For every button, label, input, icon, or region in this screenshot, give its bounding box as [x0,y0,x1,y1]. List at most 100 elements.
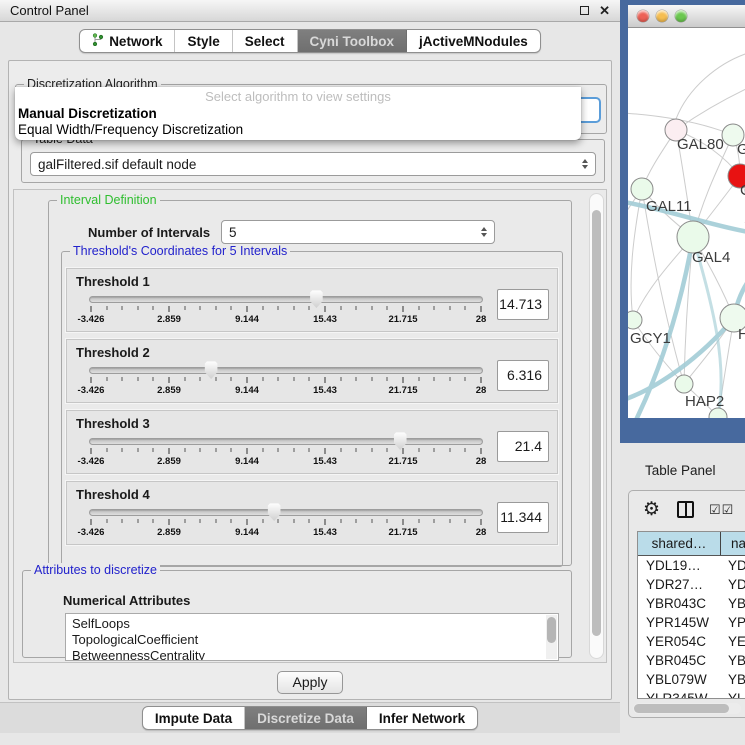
column-header-name[interactable]: na [721,532,745,555]
node-attribute-table[interactable]: shared… na YDL19…YDL1YDR27…YDR2YBR043CYB… [637,531,745,699]
tab-infer-network[interactable]: Infer Network [367,707,477,729]
attribute-item[interactable]: SelfLoops [72,616,558,632]
tick [340,448,341,452]
network-window-titlebar[interactable] [628,5,745,28]
algorithm-option[interactable]: Manual Discretization [15,106,581,122]
attribute-item[interactable]: BetweennessCentrality [72,648,558,661]
table-row[interactable]: YPR145WYPR1 [638,613,745,632]
settings-vertical-scrollbar[interactable] [589,193,604,659]
tick-label: 28 [476,527,487,538]
slider-track[interactable] [89,367,483,374]
attribute-item[interactable]: TopologicalCoefficient [72,632,558,648]
tick [231,377,232,381]
cell-name[interactable]: YBR0 [721,651,745,670]
tick [325,306,326,312]
table-row[interactable]: YLR345WYLR3 [638,689,745,699]
threshold-slider[interactable]: -3.4262.8599.14415.4321.71528 [89,359,483,399]
network-node[interactable] [628,311,642,329]
column-header-shared[interactable]: shared… [638,532,721,555]
tick [278,519,279,523]
tab-network[interactable]: Network [80,30,175,52]
attributes-scrollbar[interactable] [546,615,557,659]
cell-name[interactable]: YER0 [721,632,745,651]
table-row[interactable]: YBL079WYBL0 [638,670,745,689]
slider-track[interactable] [89,509,483,516]
algorithm-dropdown-hint: Select algorithm to view settings [15,89,581,106]
network-node[interactable] [631,178,653,200]
tick-label: -3.426 [78,314,105,325]
cell-name[interactable]: YBL0 [721,670,745,689]
threshold-slider[interactable]: -3.4262.8599.14415.4321.71528 [89,288,483,328]
scrollbar-thumb[interactable] [634,704,729,713]
threshold-value-field[interactable]: 11.344 [497,502,549,533]
close-icon[interactable]: ✕ [599,4,610,17]
close-light[interactable] [637,10,649,22]
slider-track[interactable] [89,438,483,445]
zoom-light[interactable] [675,10,687,22]
tick [387,448,388,452]
cell-name[interactable]: YDR2 [721,575,745,594]
tab-impute-data[interactable]: Impute Data [143,707,245,729]
columns-icon[interactable] [677,501,694,518]
tick [481,519,482,525]
network-node[interactable] [675,375,693,393]
tab-jactivemnodules[interactable]: jActiveMNodules [407,30,540,52]
tab-discretize-data[interactable]: Discretize Data [245,707,367,729]
cell-shared-name[interactable]: YBL079W [638,670,721,689]
scrollbar-thumb[interactable] [592,210,601,636]
cell-shared-name[interactable]: YBR043C [638,594,721,613]
cell-name[interactable]: YLR3 [721,689,745,699]
network-canvas[interactable]: GAL80GCGAL11GAL4GCY1HHAP2 [628,28,745,418]
algorithm-option[interactable]: Equal Width/Frequency Discretization [15,122,581,138]
control-panel-titlebar[interactable]: Control Panel ✕ [0,0,620,22]
tick [215,519,216,523]
number-of-intervals-value: 5 [229,225,237,240]
cell-shared-name[interactable]: YPR145W [638,613,721,632]
threshold-value-field[interactable]: 14.713 [497,289,549,320]
scrollbar-thumb[interactable] [547,617,556,643]
table-row[interactable]: YBR043CYBR0 [638,594,745,613]
minimize-light[interactable] [656,10,668,22]
slider-track[interactable] [89,296,483,303]
tick [262,306,263,310]
cell-name[interactable]: YDL1 [721,556,745,575]
tick [262,519,263,523]
cell-shared-name[interactable]: YER054C [638,632,721,651]
numerical-attributes-list[interactable]: SelfLoopsTopologicalCoefficientBetweenne… [65,613,559,661]
tick [184,519,185,523]
apply-button[interactable]: Apply [277,671,343,694]
tick [418,519,419,523]
slider-ticks [91,519,481,526]
table-row[interactable]: YER054CYER0 [638,632,745,651]
cell-name[interactable]: YBR0 [721,594,745,613]
float-window-icon[interactable] [580,6,589,15]
table-row[interactable]: YBR045CYBR0 [638,651,745,670]
cell-shared-name[interactable]: YDR27… [638,575,721,594]
checkboxes-icon[interactable]: ☑☑ [709,502,734,518]
number-of-intervals-combobox[interactable]: 5 [221,220,495,244]
tab-style[interactable]: Style [175,30,232,52]
cell-shared-name[interactable]: YBR045C [638,651,721,670]
tick [153,448,154,452]
cell-shared-name[interactable]: YLR345W [638,689,721,699]
table-horizontal-scrollbar[interactable] [633,703,741,714]
tick-label: 28 [476,385,487,396]
threshold-value-field[interactable]: 21.4 [497,431,549,462]
cell-name[interactable]: YPR1 [721,613,745,632]
tab-cyni-toolbox[interactable]: Cyni Toolbox [298,30,408,52]
threshold-slider[interactable]: -3.4262.8599.14415.4321.71528 [89,501,483,541]
tick [262,377,263,381]
threshold-label: Threshold 2 [76,345,150,360]
table-row[interactable]: YDR27…YDR2 [638,575,745,594]
tick [278,306,279,310]
threshold-value-field[interactable]: 6.316 [497,360,549,391]
table-data-selected: galFiltered.sif default node [38,157,196,172]
tick [387,519,388,523]
tab-select[interactable]: Select [233,30,298,52]
gear-icon[interactable]: ⚙ [643,498,660,521]
tick [137,519,138,523]
threshold-slider[interactable]: -3.4262.8599.14415.4321.71528 [89,430,483,470]
table-data-combobox[interactable]: galFiltered.sif default node [30,152,596,176]
table-row[interactable]: YDL19…YDL1 [638,556,745,575]
cell-shared-name[interactable]: YDL19… [638,556,721,575]
